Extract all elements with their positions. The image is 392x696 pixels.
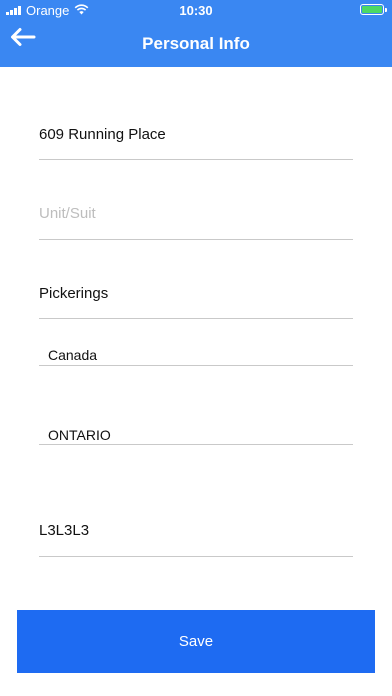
- address-value: 609 Running Place: [39, 126, 166, 143]
- postal-code-field[interactable]: L3L3L3: [39, 517, 353, 557]
- unit-placeholder: Unit/Suit: [39, 205, 96, 222]
- city-value: Pickerings: [39, 285, 109, 302]
- page-title: Personal Info: [142, 34, 250, 53]
- battery-icon: [360, 4, 387, 15]
- province-selected: ONTARIO: [48, 427, 111, 443]
- address-field[interactable]: 609 Running Place: [39, 120, 353, 160]
- battery-fill: [362, 6, 382, 13]
- city-field[interactable]: Pickerings: [39, 279, 353, 319]
- country-selected: Canada: [48, 347, 98, 363]
- province-select[interactable]: ONTARIO: [39, 420, 353, 445]
- country-select[interactable]: Canada: [39, 340, 353, 366]
- status-bar: Orange 10:30: [0, 0, 392, 22]
- unit-field[interactable]: Unit/Suit: [39, 199, 353, 240]
- status-time: 10:30: [179, 3, 213, 18]
- save-button[interactable]: Save: [17, 610, 375, 673]
- postal-code-value: L3L3L3: [39, 522, 90, 539]
- status-bar-right: [360, 4, 387, 15]
- app-header: Orange 10:30 Personal Info: [0, 0, 392, 67]
- battery-cap: [385, 8, 387, 12]
